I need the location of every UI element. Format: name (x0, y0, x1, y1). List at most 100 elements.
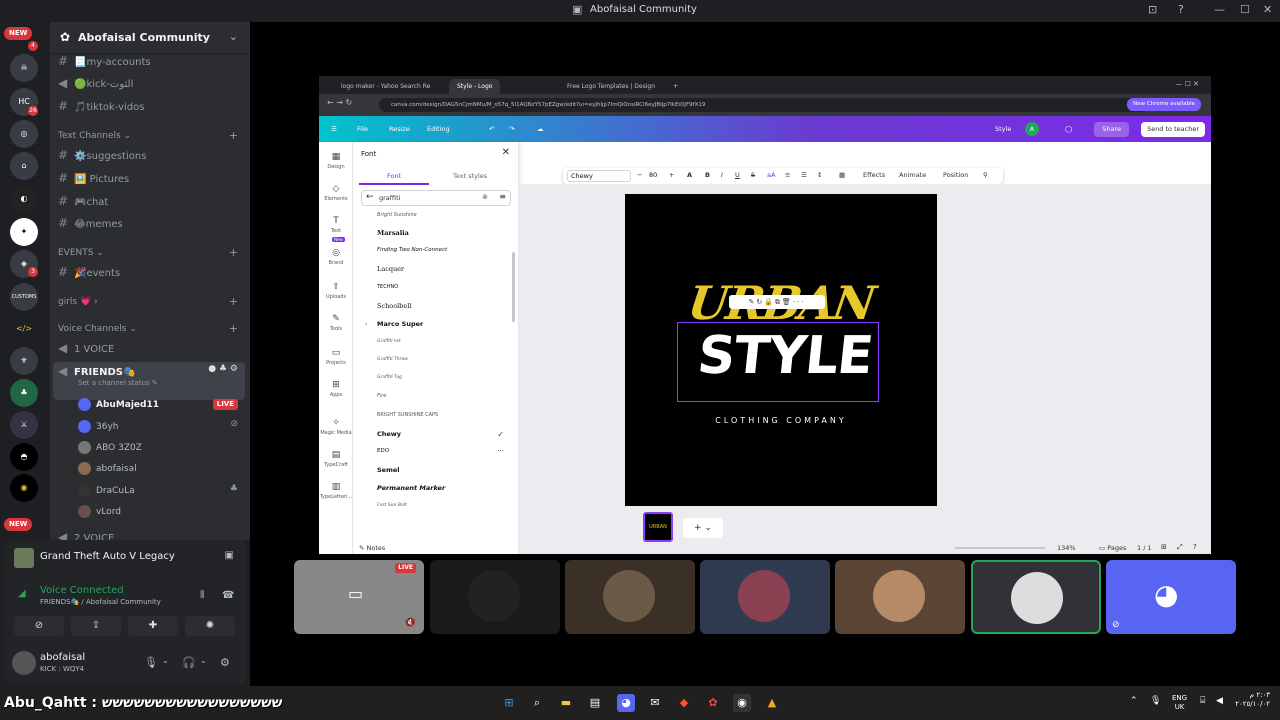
chevron-down-icon[interactable]: ⌄ (200, 656, 207, 665)
tab-font[interactable]: Font (387, 172, 401, 180)
back-arrow-icon[interactable]: ← (366, 192, 374, 202)
channel-status[interactable]: Set a channel status ✎ (78, 379, 158, 387)
chevron-down-icon[interactable]: ⌄ (162, 656, 169, 665)
add-channel-button[interactable]: + (229, 129, 238, 142)
channel-item[interactable]: # 🎮chat (58, 194, 108, 208)
font-item[interactable]: Graffiti Throw (377, 357, 408, 362)
uploads-tab[interactable]: ⇪ Uploads (319, 282, 353, 300)
channel-item[interactable]: # 🖼️ Pictures (58, 171, 129, 185)
voice-user[interactable]: ABO 3Z0Z (78, 441, 142, 454)
channel-item[interactable]: # 📃my-accounts (58, 54, 151, 68)
text-tab[interactable]: T Text (319, 216, 353, 234)
notes-button[interactable]: ✎ Notes (359, 544, 385, 552)
italic-icon[interactable]: I (721, 171, 723, 179)
tray-overflow-icon[interactable]: ⌃ (1130, 696, 1138, 706)
guild-header[interactable]: ✿ Abofaisal Community ⌄ (50, 22, 250, 54)
font-item[interactable]: Marsalia (377, 229, 409, 237)
server-icon[interactable]: ✦ (10, 218, 38, 246)
grid-view-icon[interactable]: ⊞ (1161, 543, 1167, 551)
app-icon[interactable]: ✉ (646, 694, 664, 712)
comment-icon[interactable]: ◯ (1065, 125, 1072, 133)
animate-button[interactable]: Animate (899, 171, 926, 179)
voice-user[interactable]: 36yh (78, 420, 118, 433)
voice-user[interactable]: AbuMajed11 (78, 398, 159, 411)
magic-media-tab[interactable]: ✧ Magic Media (319, 418, 353, 436)
server-icon[interactable]: ⚔ (10, 411, 38, 439)
volume-icon[interactable]: ◀ (1216, 696, 1223, 706)
close-button[interactable]: ✕ (1263, 3, 1272, 16)
strikethrough-icon[interactable]: S (751, 171, 755, 179)
inbox-icon[interactable]: ⊡ (1148, 3, 1157, 16)
server-icon[interactable]: ◎ (10, 120, 38, 148)
decrease-size-button[interactable]: − (637, 171, 642, 179)
more-options-icon[interactable]: ··· (497, 447, 504, 455)
font-item[interactable]: Fast Sun Bolt (377, 503, 407, 508)
server-icon[interactable]: CUSTOMS (10, 283, 38, 311)
add-channel-button[interactable]: + (229, 322, 238, 335)
server-icon[interactable]: ♣ (10, 379, 38, 407)
undo-icon[interactable]: ↶ (489, 125, 494, 133)
participant-tile[interactable] (835, 560, 965, 634)
clock[interactable]: ٢:٠٣ م ٢٠٢٥/١٠/٠٢ (1235, 691, 1270, 709)
start-icon[interactable]: ⊞ (500, 694, 518, 712)
participant-tile[interactable] (430, 560, 560, 634)
effects-button[interactable]: Effects (863, 171, 885, 179)
font-item[interactable]: BRIGHT SUNSHINE CAPS (377, 412, 438, 418)
zoom-level[interactable]: 134% (1057, 544, 1076, 552)
font-item[interactable]: Finding Two Non-Connect (377, 247, 447, 253)
menu-icon[interactable]: ☰ (331, 125, 337, 133)
camera-button[interactable]: ⊘ (14, 616, 64, 636)
muted-icon[interactable]: 🔇 (405, 618, 416, 628)
voice-connected-label[interactable]: Voice Connected (40, 585, 124, 596)
position-button[interactable]: Position (943, 171, 968, 179)
font-item[interactable]: EDO (377, 448, 389, 454)
app-icon[interactable]: ✿ (704, 694, 722, 712)
voice-user[interactable]: DraCuLa (78, 484, 135, 497)
clothing-company-text[interactable]: CLOTHING COMPANY (625, 416, 937, 425)
channel-item[interactable]: # 😂memes (58, 216, 123, 230)
add-channel-button[interactable]: + (229, 246, 238, 259)
disconnect-icon[interactable]: ☎ (222, 590, 234, 601)
spacing-icon[interactable]: ↕ (817, 171, 822, 179)
participant-tile[interactable] (565, 560, 695, 634)
voice-channel-item[interactable]: ◀ 1 VOICE (58, 341, 114, 355)
projects-tab[interactable]: ▭ Projects (319, 348, 353, 366)
share-button[interactable]: Share (1094, 122, 1129, 137)
obs-icon[interactable]: ◉ (733, 694, 751, 712)
transparency-icon[interactable]: ▦ (839, 171, 845, 179)
screen-icon[interactable]: ▣ (225, 550, 234, 561)
microphone-icon[interactable]: 🎙 (1150, 696, 1161, 706)
font-item[interactable]: Bright Sunshine (377, 212, 417, 218)
channel-item[interactable]: # 🎉events (58, 265, 120, 279)
channel-item[interactable]: # 🎵tiktok-vidos (58, 99, 144, 113)
redo-icon[interactable]: ↷ (509, 125, 514, 133)
font-item[interactable]: Graffiti Ink (377, 339, 401, 344)
send-to-teacher-button[interactable]: Send to teacher (1141, 122, 1205, 137)
font-item[interactable]: Graffiti Tag (377, 375, 402, 380)
server-icon[interactable]: ⌂ (10, 152, 38, 180)
participant-tile[interactable] (700, 560, 830, 634)
editing-mode-button[interactable]: Editing (427, 125, 450, 133)
selection-box[interactable] (677, 322, 879, 402)
add-channel-button[interactable]: + (229, 295, 238, 308)
tab-text-styles[interactable]: Text styles (453, 172, 487, 180)
expand-chevron-icon[interactable]: › (365, 321, 367, 328)
maximize-button[interactable]: ☐ (1240, 3, 1250, 16)
voice-user[interactable]: abofaisal (78, 462, 137, 475)
help-icon[interactable]: ? (1193, 543, 1197, 551)
bold-icon[interactable]: B (705, 171, 710, 179)
activity-game[interactable]: Grand Theft Auto V Legacy ▣ (4, 540, 246, 576)
noise-suppression-icon[interactable]: ⦀ (200, 590, 204, 601)
nav-buttons[interactable]: ← → ↻ (327, 98, 352, 107)
text-color-icon[interactable]: A (687, 171, 692, 179)
add-page-button[interactable]: + ⌄ (683, 518, 723, 538)
headphones-icon[interactable]: 🎧 (182, 656, 196, 669)
avatar[interactable]: A (1025, 122, 1039, 136)
file-menu[interactable]: File (357, 125, 368, 133)
list-icon[interactable]: ☰ (801, 171, 807, 179)
font-item[interactable]: TECHNO (377, 284, 398, 290)
participant-tile-speaking[interactable] (971, 560, 1101, 634)
channel-actions[interactable]: ● ♣ ⚙ (208, 364, 238, 374)
soundboard-button[interactable]: ✺ (185, 616, 235, 636)
language-indicator[interactable]: ENG UK (1172, 694, 1187, 712)
